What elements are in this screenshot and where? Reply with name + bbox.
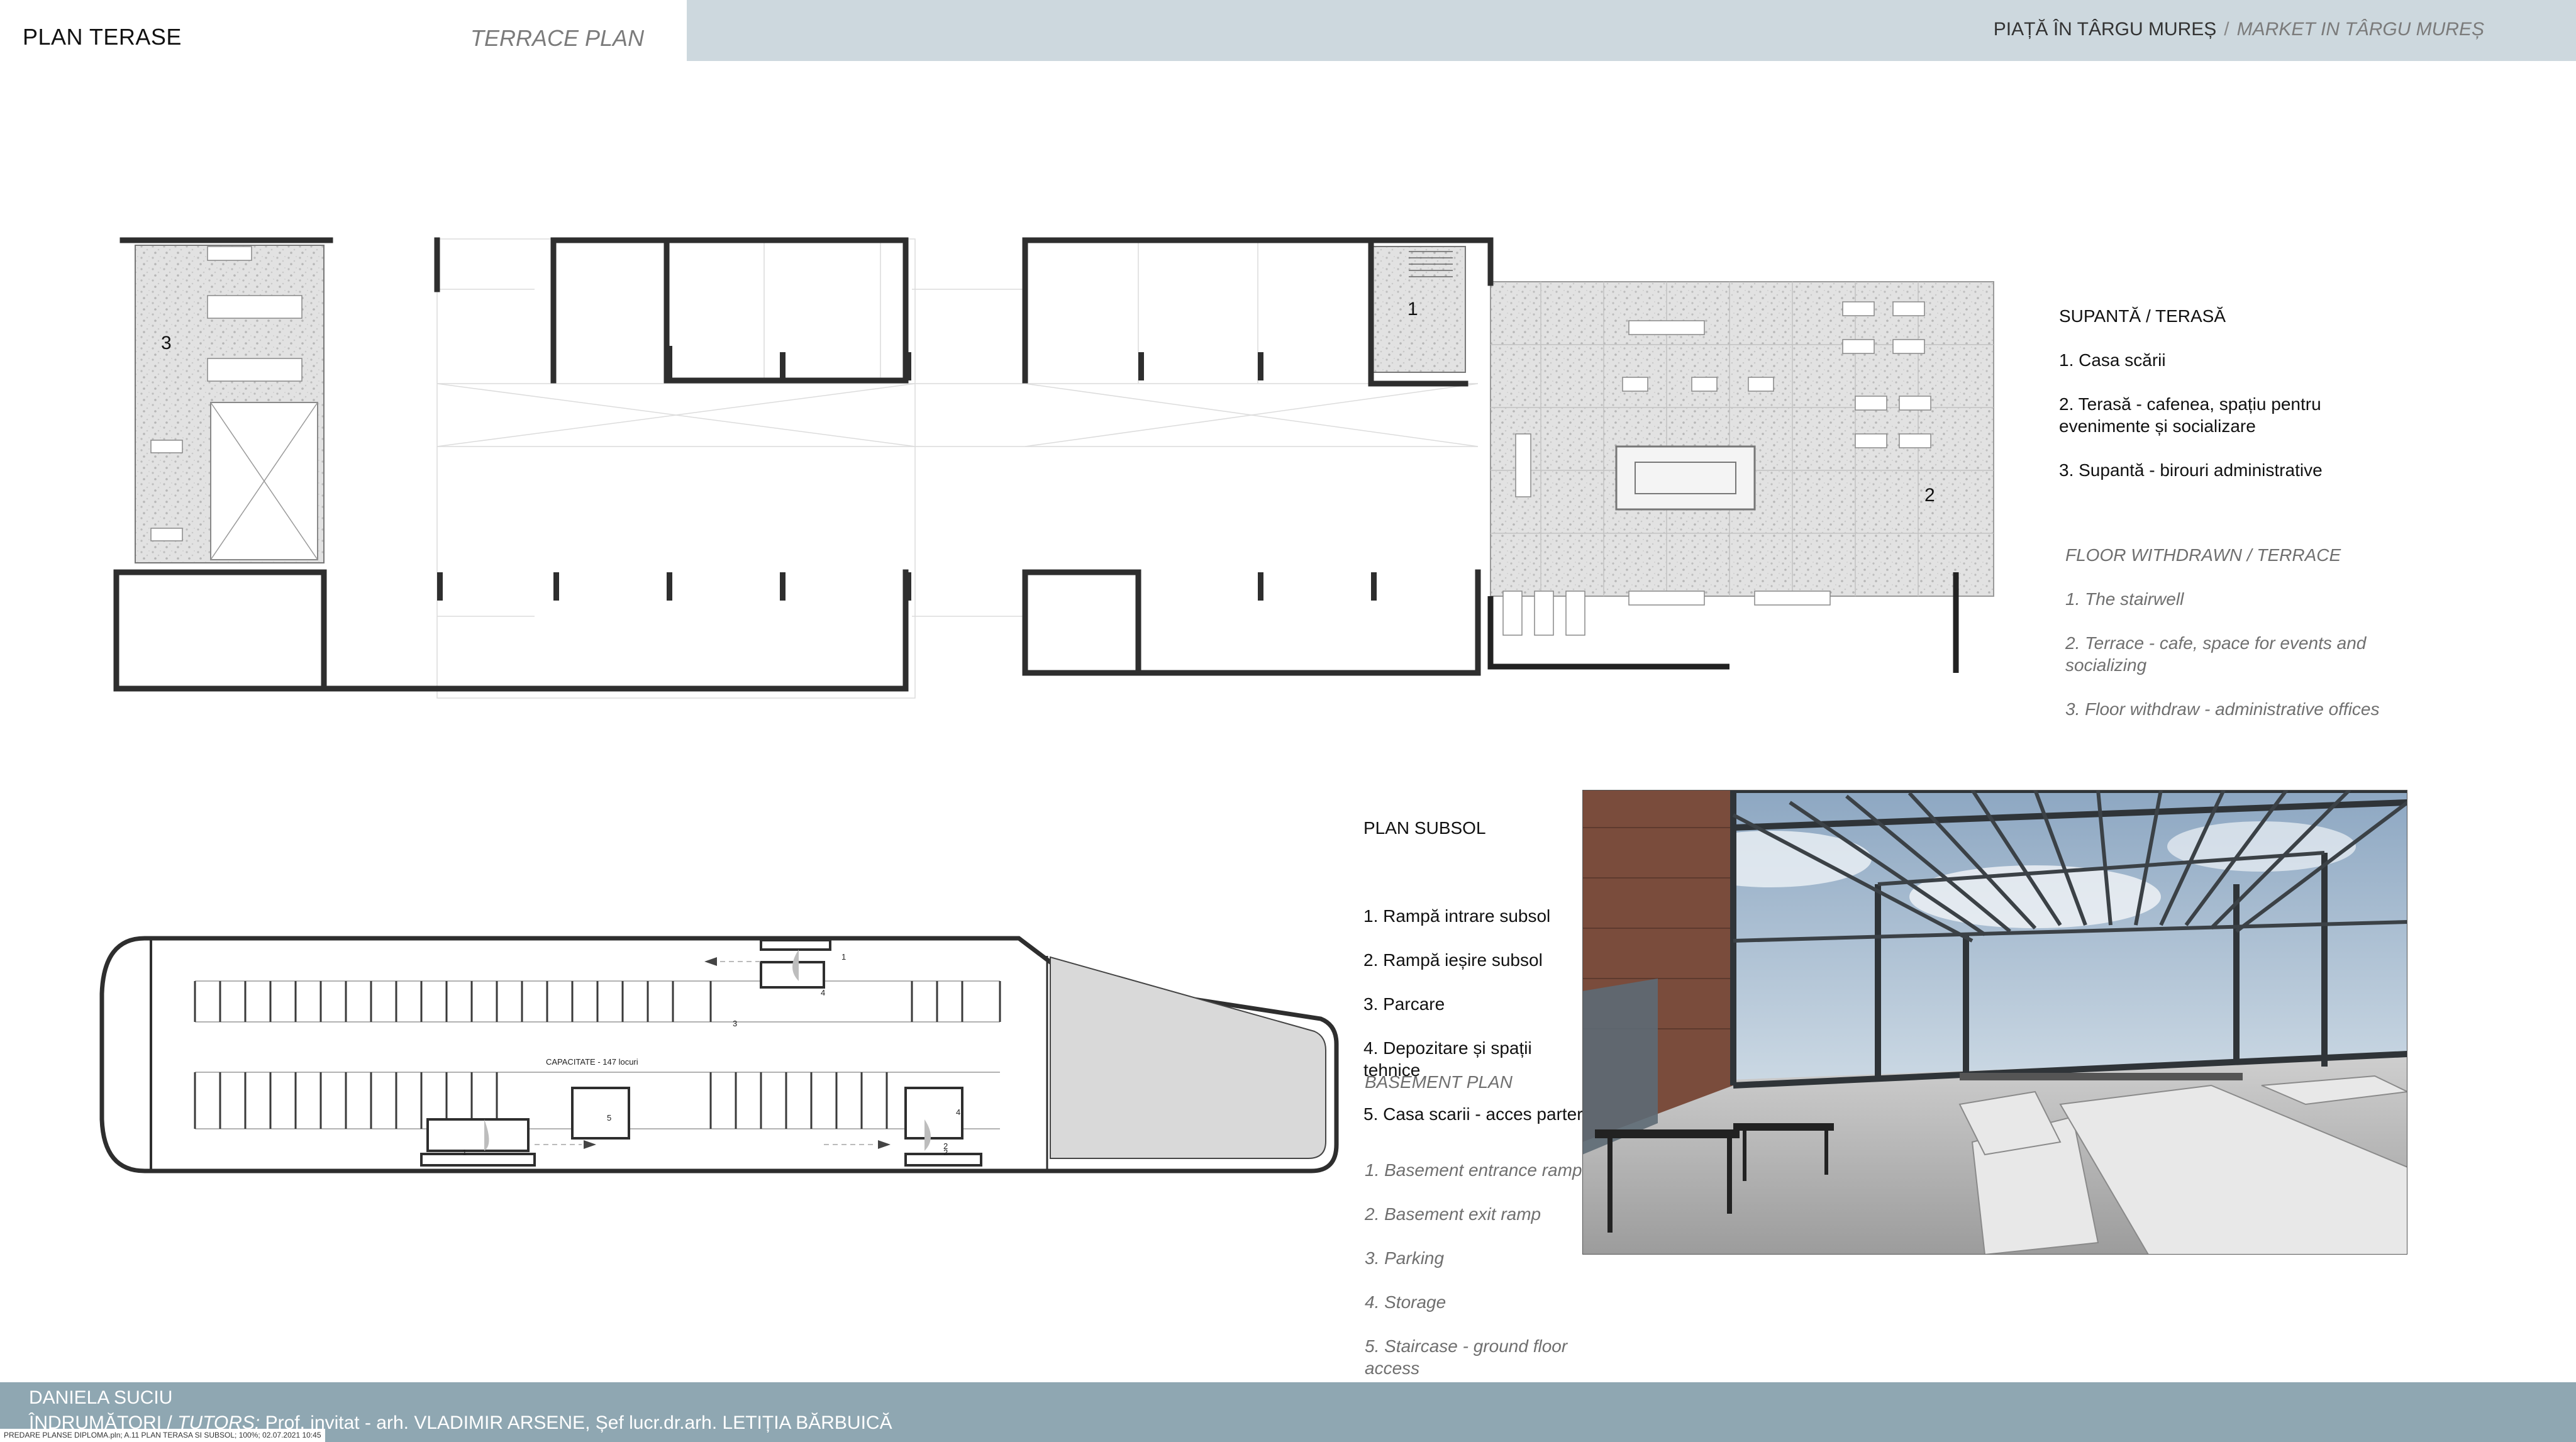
terrace-plan-drawing: 1 2 3 (113, 237, 1994, 699)
basement-legend-en-item-4: 4. Storage (1365, 1292, 1446, 1312)
terrace-legend-ro: SUPANTĂ / TERASĂ 1. Casa scării 2. Teras… (2059, 283, 2323, 503)
terrace-legend-ro-title: SUPANTĂ / TERASĂ (2059, 306, 2226, 326)
basement-legend-en: BASEMENT PLAN ​ 1. Basement entrance ram… (1365, 1049, 1582, 1401)
basement-label-3: 3 (733, 1019, 737, 1028)
basement-label-5: 5 (607, 1113, 611, 1123)
basement-legend-en-item-3: 3. Parking (1365, 1248, 1445, 1268)
basement-legend-ro-item-1: 1. Rampă intrare subsol (1363, 906, 1551, 926)
basement-legend-en-item-1: 1. Basement entrance ramp (1365, 1160, 1582, 1180)
basement-legend-en-title: BASEMENT PLAN (1365, 1072, 1513, 1092)
basement-legend-ro-spacer: ​ (1363, 861, 1583, 883)
terrace-legend-en-item-2: 2. Terrace - cafe, space for events and … (2065, 633, 2367, 675)
terrace-area (1487, 281, 1994, 673)
sheet-title-en: TERRACE PLAN (470, 25, 645, 51)
offices-mezzanine (135, 245, 325, 563)
basement-label-2-bottom: 2 (943, 1141, 948, 1151)
terrace-legend-ro-item-1: 1. Casa scării (2059, 350, 2166, 370)
basement-plan-drawing: CAPACITATE - 147 locuri 1 2 3 4 4 5 1 2 (99, 936, 1339, 1173)
terrace-render-image (1582, 790, 2407, 1255)
terrace-legend-ro-item-2: 2. Terasă - cafenea, spațiu pentru eveni… (2059, 394, 2321, 436)
basement-legend-en-item-5: 5. Staircase - ground floor access (1365, 1336, 1568, 1378)
terrace-label-1: 1 (1407, 299, 1418, 319)
basement-legend-en-item-2: 2. Basement exit ramp (1365, 1204, 1541, 1224)
terrace-legend-en-title: FLOOR WITHDRAWN / TERRACE (2065, 545, 2341, 565)
terrace-legend-en-item-1: 1. The stairwell (2065, 589, 2184, 609)
sheet-title: PLAN TERASE (23, 24, 182, 50)
terrace-legend-ro-item-3: 3. Supantă - birouri administrative (2059, 460, 2323, 480)
basement-label-4-top: 4 (821, 988, 825, 997)
project-title-separator: / (2224, 19, 2229, 40)
terrace-legend-en: FLOOR WITHDRAWN / TERRACE 1. The stairwe… (2065, 522, 2380, 742)
basement-legend-ro-item-2: 2. Rampă ieșire subsol (1363, 950, 1543, 970)
project-title: PIAȚĂ ÎN TÂRGU MUREȘ / MARKET IN TÂRGU MUR… (1994, 19, 2484, 40)
basement-outline (99, 936, 1339, 1173)
project-title-ro: PIAȚĂ ÎN TÂRGU MUREȘ (1993, 19, 2217, 40)
basement-legend-ro-item-3: 3. Parcare (1363, 994, 1445, 1014)
basement-legend-ro-title: PLAN SUBSOL (1363, 818, 1486, 838)
basement-capacity: CAPACITATE - 147 locuri (546, 1057, 638, 1067)
author-name: DANIELA SUCIU (29, 1387, 173, 1408)
terrace-label-2: 2 (1924, 485, 1935, 506)
file-info-stamp: PREDARE PLANSE DIPLOMA.pln; A.11 PLAN TE… (0, 1429, 325, 1442)
basement-label-1-bottom: 1 (462, 1148, 467, 1157)
terrace-legend-en-item-3: 3. Floor withdraw - administrative offic… (2065, 699, 2380, 719)
basement-label-4-right: 4 (956, 1107, 960, 1117)
basement-legend-en-spacer: ​ (1365, 1115, 1582, 1137)
terrace-label-3: 3 (161, 333, 172, 353)
tutors-names: Prof. invitat - arh. VLADIMIR ARSENE, Șe… (260, 1412, 892, 1433)
project-title-en: MARKET IN TÂRGU MUREȘ (2236, 19, 2484, 40)
basement-label-1-top: 1 (841, 952, 846, 962)
